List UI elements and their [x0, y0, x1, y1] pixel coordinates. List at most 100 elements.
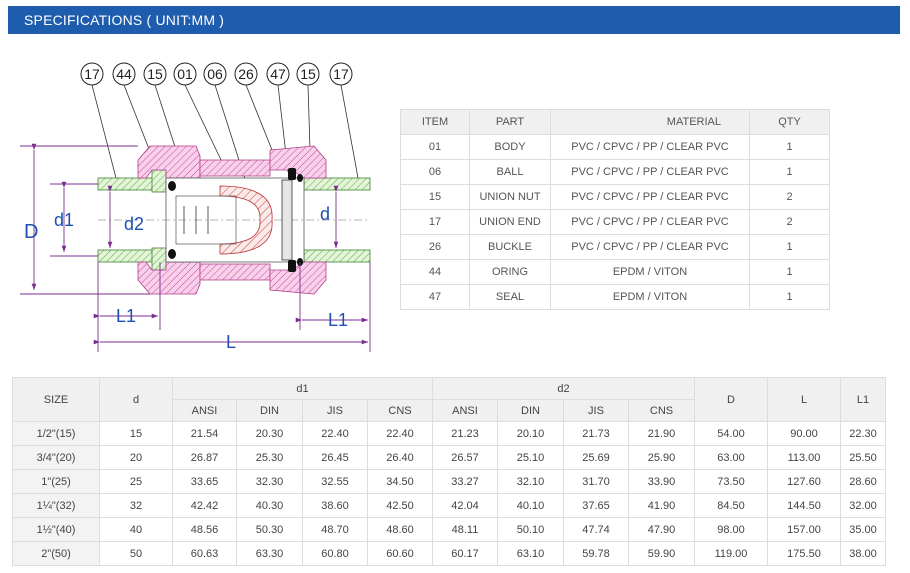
d1-jis-cell: 32.55 — [302, 469, 368, 494]
d2-ansi-cell: 60.17 — [432, 541, 498, 566]
L1-cell: 28.60 — [840, 469, 886, 494]
table-row: 2"(50) 50 60.63 63.30 60.80 60.60 60.17 … — [12, 541, 886, 566]
d1-jis-cell: 22.40 — [302, 421, 368, 446]
d2-cns-cell: 25.90 — [628, 445, 695, 470]
d2-ansi-cell: 21.23 — [432, 421, 498, 446]
spec-header-row-1: SIZE d d1 d2 D L L1 — [12, 377, 886, 422]
item-cell: 44 — [400, 259, 470, 285]
item-cell: 26 — [400, 234, 470, 260]
callout-06: 06 — [203, 62, 227, 86]
col-d2-header: d2 — [432, 377, 695, 400]
d2-din-cell: 32.10 — [497, 469, 564, 494]
callout-26: 26 — [234, 62, 258, 86]
d1-din-cell: 25.30 — [236, 445, 303, 470]
item-cell: 47 — [400, 284, 470, 310]
part-cell: BUCKLE — [469, 234, 551, 260]
qty-cell: 2 — [749, 209, 830, 235]
D-cell: 54.00 — [694, 421, 768, 446]
d1-cns-cell: 60.60 — [367, 541, 433, 566]
table-row: 44 ORING EPDM / VITON 1 — [400, 259, 830, 285]
d2-jis-cell: 21.73 — [563, 421, 629, 446]
part-cell: ORING — [469, 259, 551, 285]
qty-cell: 1 — [749, 259, 830, 285]
L-cell: 113.00 — [767, 445, 841, 470]
part-cell: SEAL — [469, 284, 551, 310]
d1-jis-cell: 38.60 — [302, 493, 368, 518]
D-cell: 63.00 — [694, 445, 768, 470]
callout-17-right: 17 — [329, 62, 353, 86]
d2-din-cell: 50.10 — [497, 517, 564, 542]
table-row: 1/2"(15) 15 21.54 20.30 22.40 22.40 21.2… — [12, 421, 886, 446]
col-d2-jis-header: JIS — [563, 399, 629, 422]
d2-ansi-cell: 33.27 — [432, 469, 498, 494]
qty-cell: 1 — [749, 159, 830, 185]
d1-jis-cell: 26.45 — [302, 445, 368, 470]
L-cell: 175.50 — [767, 541, 841, 566]
col-D-header: D — [694, 377, 768, 422]
item-cell: 01 — [400, 134, 470, 160]
col-d1-din-header: DIN — [236, 399, 303, 422]
material-cell: PVC / CPVC / PP / CLEAR PVC — [550, 134, 750, 160]
d1-jis-cell: 60.80 — [302, 541, 368, 566]
d2-din-cell: 20.10 — [497, 421, 564, 446]
material-cell: PVC / CPVC / PP / CLEAR PVC — [550, 159, 750, 185]
svg-text:15: 15 — [300, 66, 316, 82]
d1-cns-cell: 26.40 — [367, 445, 433, 470]
d1-ansi-cell: 26.87 — [172, 445, 237, 470]
d2-cns-cell: 21.90 — [628, 421, 695, 446]
L-cell: 144.50 — [767, 493, 841, 518]
d-cell: 50 — [99, 541, 173, 566]
col-item-header: ITEM — [400, 109, 470, 135]
valve-drawing: 17 44 15 01 06 26 47 15 17 D d1 d2 d L1 … — [20, 62, 371, 352]
col-d2-cns-header: CNS — [628, 399, 695, 422]
d1-cns-cell: 34.50 — [367, 469, 433, 494]
L1-cell: 25.50 — [840, 445, 886, 470]
d1-din-cell: 63.30 — [236, 541, 303, 566]
item-cell: 15 — [400, 184, 470, 210]
callout-15-right: 15 — [296, 62, 320, 86]
d2-din-cell: 63.10 — [497, 541, 564, 566]
D-cell: 84.50 — [694, 493, 768, 518]
table-row: 26 BUCKLE PVC / CPVC / PP / CLEAR PVC 1 — [400, 234, 830, 260]
part-cell: UNION NUT — [469, 184, 551, 210]
col-material-header: MATERIAL — [550, 109, 750, 135]
part-cell: BALL — [469, 159, 551, 185]
col-L1-header: L1 — [840, 377, 886, 422]
part-cell: UNION END — [469, 209, 551, 235]
svg-text:15: 15 — [147, 66, 163, 82]
d2-ansi-cell: 26.57 — [432, 445, 498, 470]
col-d1-cns-header: CNS — [367, 399, 433, 422]
d-cell: 32 — [99, 493, 173, 518]
d1-cns-cell: 42.50 — [367, 493, 433, 518]
d1-cns-cell: 22.40 — [367, 421, 433, 446]
d2-din-cell: 40.10 — [497, 493, 564, 518]
table-row: 47 SEAL EPDM / VITON 1 — [400, 284, 830, 310]
D-cell: 98.00 — [694, 517, 768, 542]
size-cell: 1"(25) — [12, 469, 100, 494]
L1-cell: 32.00 — [840, 493, 886, 518]
col-d1-jis-header: JIS — [302, 399, 368, 422]
d2-ansi-cell: 42.04 — [432, 493, 498, 518]
col-L-header: L — [767, 377, 841, 422]
d1-ansi-cell: 60.63 — [172, 541, 237, 566]
d2-jis-cell: 47.74 — [563, 517, 629, 542]
d2-ansi-cell: 48.11 — [432, 517, 498, 542]
dim-label-L: L — [226, 332, 236, 352]
col-d2-din-header: DIN — [497, 399, 564, 422]
size-cell: 1½"(40) — [12, 517, 100, 542]
d1-din-cell: 20.30 — [236, 421, 303, 446]
qty-cell: 1 — [749, 134, 830, 160]
material-cell: PVC / CPVC / PP / CLEAR PVC — [550, 209, 750, 235]
d1-cns-cell: 48.60 — [367, 517, 433, 542]
size-cell: 1/2"(15) — [12, 421, 100, 446]
table-row: 15 UNION NUT PVC / CPVC / PP / CLEAR PVC… — [400, 184, 830, 210]
svg-text:47: 47 — [270, 66, 286, 82]
svg-text:17: 17 — [333, 66, 349, 82]
d2-jis-cell: 37.65 — [563, 493, 629, 518]
dim-label-d2: d2 — [124, 214, 144, 234]
L1-cell: 38.00 — [840, 541, 886, 566]
callout-01: 01 — [173, 62, 197, 86]
item-cell: 17 — [400, 209, 470, 235]
d1-din-cell: 40.30 — [236, 493, 303, 518]
callout-44: 44 — [112, 62, 136, 86]
